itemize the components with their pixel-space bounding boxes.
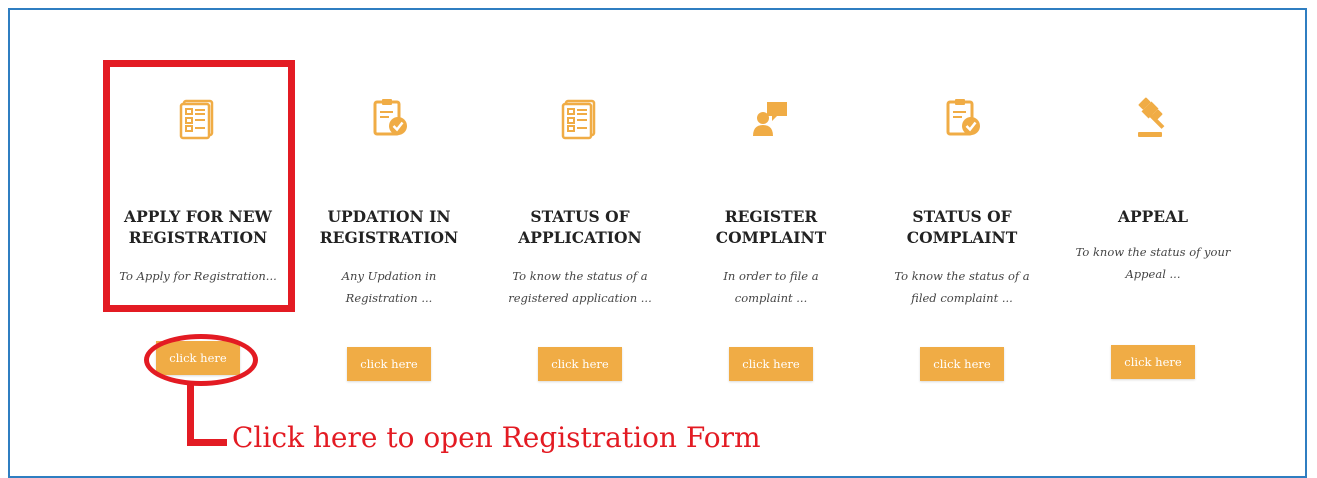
card-appeal: APPEAL To know the status of your Appeal… [1058,0,1248,465]
updation-in-registration-button[interactable]: click here [347,347,431,381]
card-description: To know the status of your Appeal ... [1075,245,1231,281]
callout-text: Click here to open Registration Form [232,421,761,454]
card-title: REGISTER COMPLAINT [715,207,827,247]
clipboard-check-icon [942,96,982,140]
document-list-icon [560,96,600,140]
gavel-icon [1133,96,1173,140]
card-title: STATUS OF APPLICATION [518,207,642,247]
card-register-complaint: REGISTER COMPLAINT In order to file a co… [676,0,866,465]
card-description: To Apply for Registration... [119,269,277,283]
card-description: To know the status of a filed complaint … [894,269,1030,305]
card-status-of-application: STATUS OF APPLICATION To know the status… [485,0,675,465]
status-of-complaint-button[interactable]: click here [920,347,1004,381]
callout-connector-vertical [187,384,194,446]
card-description: Any Updation in Registration ... [341,269,437,305]
card-title: APPLY FOR NEW REGISTRATION [124,207,272,247]
card-apply-new-registration: APPLY FOR NEW REGISTRATION To Apply for … [103,0,293,465]
card-title: UPDATION IN REGISTRATION [319,207,459,247]
user-speech-bubble-icon [751,96,791,140]
card-status-of-complaint: STATUS OF COMPLAINT To know the status o… [867,0,1057,465]
card-description: In order to file a complaint ... [723,269,819,305]
callout-connector-horizontal [187,439,227,446]
appeal-button[interactable]: click here [1111,345,1195,379]
apply-new-registration-button[interactable]: click here [156,341,240,375]
card-title: APPEAL [1117,207,1189,226]
card-description: To know the status of a registered appli… [508,269,652,305]
card-title: STATUS OF COMPLAINT [906,207,1018,247]
clipboard-check-icon [369,96,409,140]
document-list-icon [178,96,218,140]
card-updation-in-registration: UPDATION IN REGISTRATION Any Updation in… [294,0,484,465]
status-of-application-button[interactable]: click here [538,347,622,381]
register-complaint-button[interactable]: click here [729,347,813,381]
